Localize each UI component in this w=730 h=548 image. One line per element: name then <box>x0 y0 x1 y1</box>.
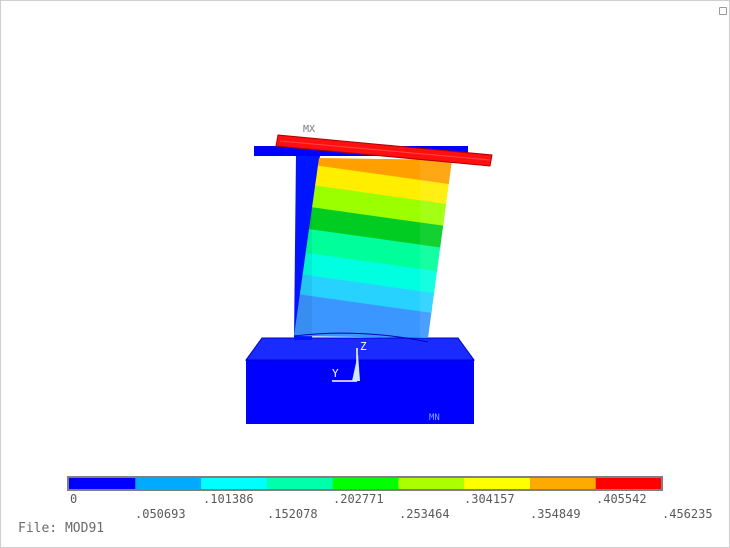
legend-swatch <box>200 478 267 489</box>
legend-bottom-label: .253464 <box>399 507 450 521</box>
legend-bottom-label: .456235 <box>662 507 713 521</box>
triad-z-label: Z <box>360 340 367 353</box>
max-marker: MX <box>303 124 315 135</box>
legend-top-label: .101386 <box>203 492 254 506</box>
legend-swatch <box>134 478 202 489</box>
legend-bottom-label: .354849 <box>530 507 581 521</box>
legend-swatch <box>397 478 465 489</box>
legend-swatch <box>266 478 333 489</box>
min-marker: MN <box>429 413 440 423</box>
legend-bottom-label: .050693 <box>135 507 186 521</box>
legend-top-label: .405542 <box>596 492 647 506</box>
legend-top-label: 0 <box>70 492 78 506</box>
legend-swatch <box>595 478 662 489</box>
legend-swatch <box>463 478 530 489</box>
legend-swatch <box>332 478 399 489</box>
legend-top-label: .202771 <box>333 492 384 506</box>
file-label: File: MOD91 <box>18 521 105 536</box>
legend-bottom-label: .152078 <box>267 507 318 521</box>
legend-swatch <box>529 478 596 489</box>
triad-y-label: Y <box>332 367 339 380</box>
model-plot: MX MN Z Y <box>67 124 663 491</box>
contour-legend-bar <box>67 476 663 491</box>
legend-top-label: .304157 <box>464 492 515 506</box>
window-control-icon[interactable] <box>719 7 727 15</box>
legend-swatch <box>69 478 136 489</box>
